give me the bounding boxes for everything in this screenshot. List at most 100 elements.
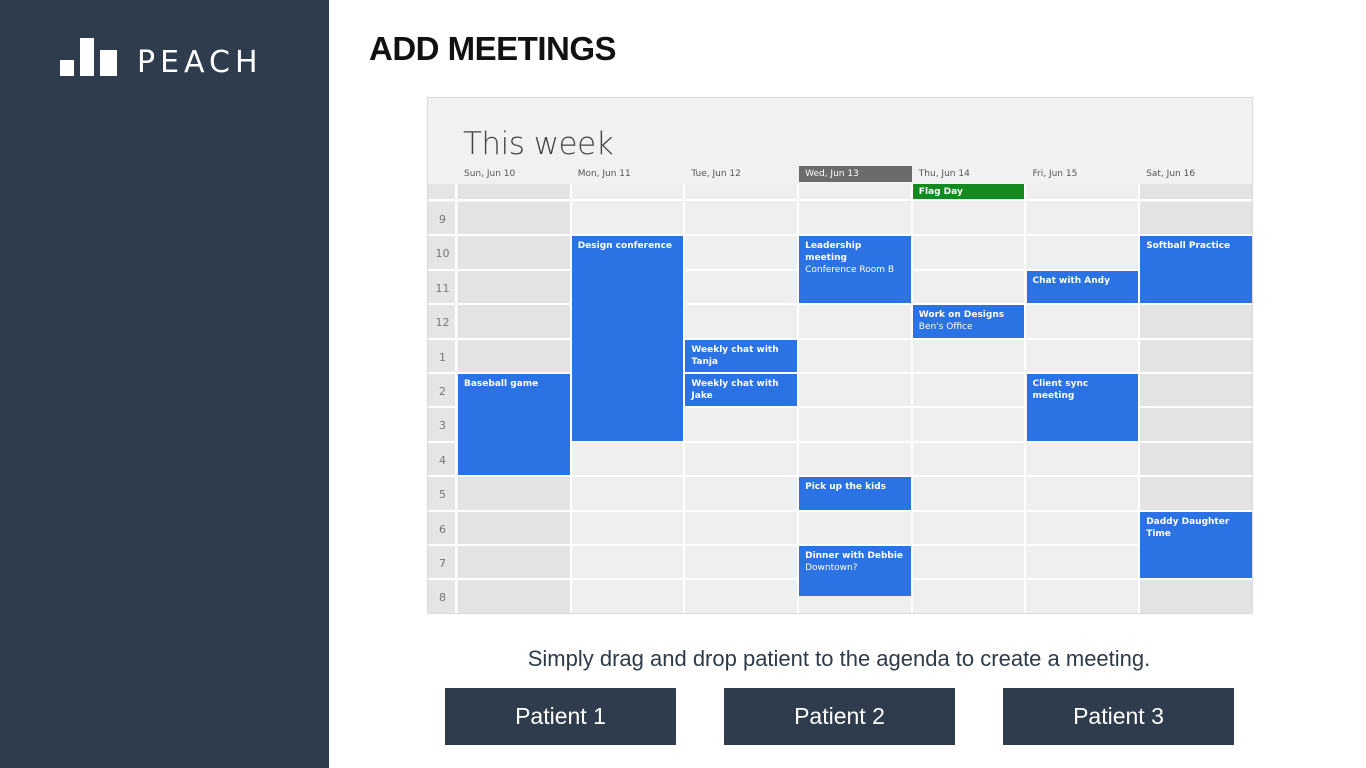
time-slot[interactable] [571,202,686,237]
time-slot[interactable] [1026,511,1141,546]
time-slot[interactable] [458,546,572,581]
time-slot[interactable] [685,236,800,271]
day-header[interactable]: Tue, Jun 12 [685,166,798,182]
time-slot[interactable] [912,202,1027,237]
time-slot[interactable] [799,442,913,478]
day-header[interactable]: Fri, Jun 15 [1027,166,1140,182]
calendar-event[interactable]: Work on Designs Ben's Office [912,305,1025,338]
time-slot[interactable] [799,305,913,340]
calendar-event[interactable]: Pick up the kids [799,477,911,510]
time-slot[interactable] [571,477,686,512]
time-slot[interactable] [912,408,1027,443]
time-slot[interactable] [799,374,913,409]
time-slot[interactable] [1026,442,1141,478]
day-header[interactable]: Mon, Jun 11 [572,166,685,182]
time-slot[interactable] [685,546,800,581]
time-slot[interactable] [458,270,572,306]
time-slot[interactable] [799,408,913,443]
time-slot[interactable] [685,270,800,306]
all-day-slot[interactable] [571,184,686,201]
time-slot[interactable] [912,236,1027,271]
patient-card-1[interactable]: Patient 1 [445,688,676,745]
time-slot[interactable] [912,477,1027,512]
patient-card-2[interactable]: Patient 2 [724,688,955,745]
time-slot[interactable] [685,202,800,237]
calendar-event[interactable]: Softball Practice [1140,236,1252,304]
time-slot[interactable] [912,580,1027,613]
time-slot[interactable] [458,511,572,546]
time-slot[interactable] [571,511,686,546]
time-slot[interactable] [1026,477,1141,512]
drag-drop-hint: Simply drag and drop patient to the agen… [527,646,1151,671]
time-slot[interactable] [685,477,800,512]
calendar-event[interactable]: Weekly chat with Jake [685,374,798,407]
time-slot[interactable] [1140,202,1252,237]
event-title: Design conference [577,241,673,252]
time-slot[interactable] [571,442,686,478]
time-slot[interactable] [685,511,800,546]
time-slot[interactable] [1026,339,1141,374]
time-slot[interactable] [685,580,800,613]
day-header[interactable]: Wed, Jun 13 [799,166,913,182]
event-title: Softball Practice [1146,241,1231,252]
all-day-slot[interactable] [685,184,800,201]
hour-label: 10 [435,247,450,261]
calendar-event[interactable]: Design conference [571,236,684,441]
time-slot[interactable] [458,202,572,237]
time-slot[interactable] [912,374,1027,409]
time-slot[interactable] [685,305,800,340]
time-slot[interactable] [1026,236,1141,271]
all-day-slot[interactable] [799,184,913,201]
time-slot[interactable] [799,202,913,237]
time-slot[interactable] [1026,202,1141,237]
time-slot[interactable] [912,546,1027,581]
time-slot[interactable] [912,442,1027,478]
calendar-event[interactable]: Baseball game [458,374,570,476]
time-slot[interactable] [1140,374,1252,409]
time-slot[interactable] [685,408,800,443]
hour-label: 4 [439,453,446,467]
all-day-slot[interactable] [458,184,572,201]
time-slot[interactable] [1140,339,1252,374]
calendar-event[interactable]: Dinner with Debbie Downtown? [799,546,911,596]
calendar-event[interactable]: Chat with Andy [1026,270,1139,304]
logo-bars-icon [60,38,118,76]
brand-logo[interactable]: PEACH [60,38,263,78]
time-slot[interactable] [458,339,572,374]
event-title: Dinner with Debbie [805,551,904,561]
time-slot[interactable] [1140,442,1252,478]
time-slot[interactable] [458,236,572,271]
all-day-slot[interactable] [1140,184,1252,201]
all-day-event[interactable]: Flag Day [912,184,1025,199]
time-slot[interactable] [1026,546,1141,581]
time-slot[interactable] [799,339,913,374]
time-slot[interactable] [1140,580,1252,613]
calendar-event[interactable]: Daddy Daughter Time [1140,511,1252,579]
time-slot[interactable] [1026,305,1141,340]
time-slot[interactable] [912,339,1027,374]
patient-card-3[interactable]: Patient 3 [1003,688,1234,745]
calendar-event[interactable]: Weekly chat with Tanja [685,339,798,372]
day-header[interactable]: Sun, Jun 10 [458,166,571,182]
time-slot[interactable] [1140,408,1252,443]
time-slot[interactable] [458,477,572,512]
time-slot[interactable] [571,546,686,581]
time-slot[interactable] [912,270,1027,306]
all-day-slot[interactable] [1026,184,1141,201]
time-slot[interactable] [1026,580,1141,613]
time-slot[interactable] [1140,477,1252,512]
time-slot[interactable] [912,511,1027,546]
time-slot[interactable] [571,580,686,613]
calendar-event[interactable]: Leadership meeting Conference Room B [799,236,911,304]
time-slot[interactable] [685,442,800,478]
day-header[interactable]: Sat, Jun 16 [1140,166,1252,182]
time-slot[interactable] [458,580,572,613]
time-slot[interactable] [799,511,913,546]
hour-label: 2 [439,385,446,398]
time-slot[interactable] [1140,305,1252,340]
time-slot[interactable] [458,305,572,340]
hour-label: 5 [439,488,446,502]
calendar-event[interactable]: Client sync meeting [1026,374,1139,441]
calendar-week-view[interactable]: This week Sun, Jun 10 Mon, Jun 11 Tue, Jun… [427,97,1253,614]
day-header[interactable]: Thu, Jun 14 [913,166,1026,182]
